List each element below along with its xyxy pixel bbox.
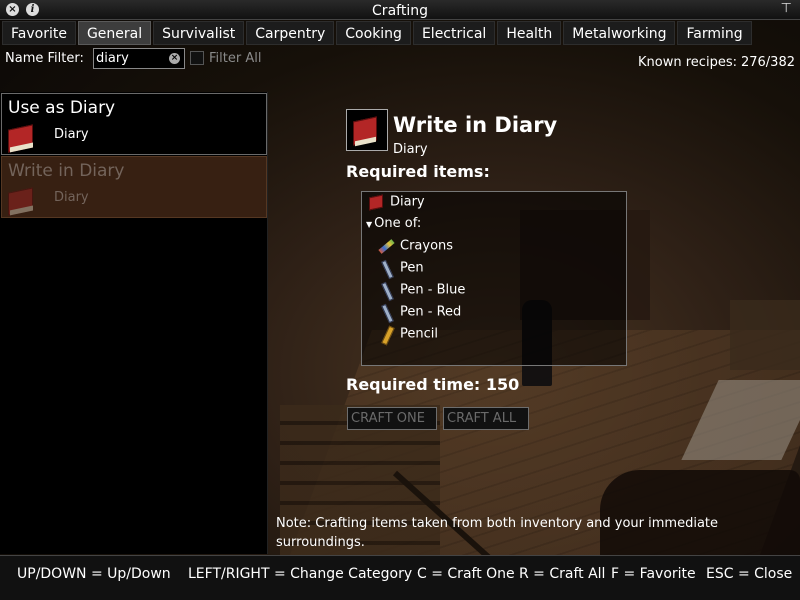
book-icon: [8, 124, 38, 150]
filter-all-label: Filter All: [209, 51, 262, 66]
recipe-name: Write in Diary: [8, 161, 125, 181]
known-recipes-value: 276/382: [740, 55, 795, 70]
filter-all-checkbox[interactable]: [190, 51, 204, 65]
recipe-result-item: Diary: [54, 127, 89, 142]
name-filter-field[interactable]: ×: [93, 48, 185, 69]
recipe-detail-icon: [346, 109, 388, 151]
required-time-value: 150: [485, 375, 520, 394]
window-title: Crafting: [372, 3, 428, 19]
known-recipes-counter: Known recipes: 276/382: [634, 55, 795, 70]
tab-favorite[interactable]: Favorite: [2, 21, 76, 45]
one-of-item: Pen - Blue: [378, 282, 465, 298]
book-icon: [368, 194, 384, 210]
one-of-item: Pen - Red: [378, 304, 461, 320]
required-items-list: Diary ▼ One of: Crayons Pen Pen - Blue Pe…: [361, 191, 627, 366]
category-tabs: Favorite General Survivalist Carpentry C…: [2, 21, 752, 45]
craft-all-button[interactable]: CRAFT ALL: [443, 407, 529, 430]
pin-icon[interactable]: ⊤: [781, 1, 792, 16]
hint-left-right: LEFT/RIGHT = Change Category: [188, 566, 413, 582]
tab-farming[interactable]: Farming: [677, 21, 752, 45]
hint-favorite: F = Favorite: [611, 566, 696, 582]
recipe-item-write-in-diary[interactable]: Write in Diary Diary: [1, 156, 267, 218]
hint-close: ESC = Close: [706, 566, 793, 582]
pen-icon: [378, 260, 394, 276]
expand-arrow-icon[interactable]: ▼: [366, 220, 372, 229]
clear-filter-icon[interactable]: ×: [169, 53, 180, 64]
tab-carpentry[interactable]: Carpentry: [246, 21, 335, 45]
tab-cooking[interactable]: Cooking: [336, 21, 411, 45]
window-titlebar: × i Crafting ⊤: [0, 0, 800, 20]
tab-electrical[interactable]: Electrical: [412, 21, 496, 45]
one-of-item: Crayons: [378, 238, 453, 254]
pen-icon: [378, 304, 394, 320]
close-icon[interactable]: ×: [6, 3, 19, 16]
hint-craft-one: C = Craft One: [417, 566, 515, 582]
one-of-group[interactable]: ▼ One of:: [366, 216, 421, 231]
tab-metalworking[interactable]: Metalworking: [563, 21, 676, 45]
crafting-note: Note: Crafting items taken from both inv…: [276, 516, 719, 550]
recipe-result-item: Diary: [54, 190, 89, 205]
recipe-detail-title: Write in Diary: [393, 113, 558, 137]
tab-survivalist[interactable]: Survivalist: [153, 21, 245, 45]
hint-up-down: UP/DOWN = Up/Down: [17, 566, 171, 582]
one-of-item: Pen: [378, 260, 424, 276]
name-filter-input[interactable]: [96, 50, 168, 67]
tab-health[interactable]: Health: [497, 21, 562, 45]
recipe-name: Use as Diary: [8, 98, 116, 118]
craft-one-button[interactable]: CRAFT ONE: [347, 407, 437, 430]
book-icon: [353, 116, 381, 144]
pencil-icon: [378, 326, 394, 342]
hint-craft-all: R = Craft All: [519, 566, 606, 582]
recipe-detail-subtitle: Diary: [393, 142, 428, 157]
recipe-item-use-as-diary[interactable]: Use as Diary Diary: [1, 93, 267, 155]
known-recipes-label: Known recipes:: [638, 55, 737, 70]
required-time-label: Required time:: [346, 375, 481, 394]
furniture: [730, 300, 800, 370]
tab-general[interactable]: General: [77, 21, 152, 45]
name-filter-label: Name Filter:: [5, 51, 84, 66]
one-of-item: Pencil: [378, 326, 438, 342]
pen-icon: [378, 282, 394, 298]
required-time: Required time: 150: [346, 375, 519, 394]
crayons-icon: [378, 238, 394, 254]
info-icon[interactable]: i: [26, 3, 39, 16]
required-item: Diary: [368, 194, 425, 210]
book-icon: [8, 187, 38, 213]
keyboard-hints-bar: UP/DOWN = Up/Down LEFT/RIGHT = Change Ca…: [0, 555, 800, 600]
required-items-heading: Required items:: [346, 162, 490, 181]
recipe-list: Use as Diary Diary Write in Diary Diary: [0, 92, 268, 554]
